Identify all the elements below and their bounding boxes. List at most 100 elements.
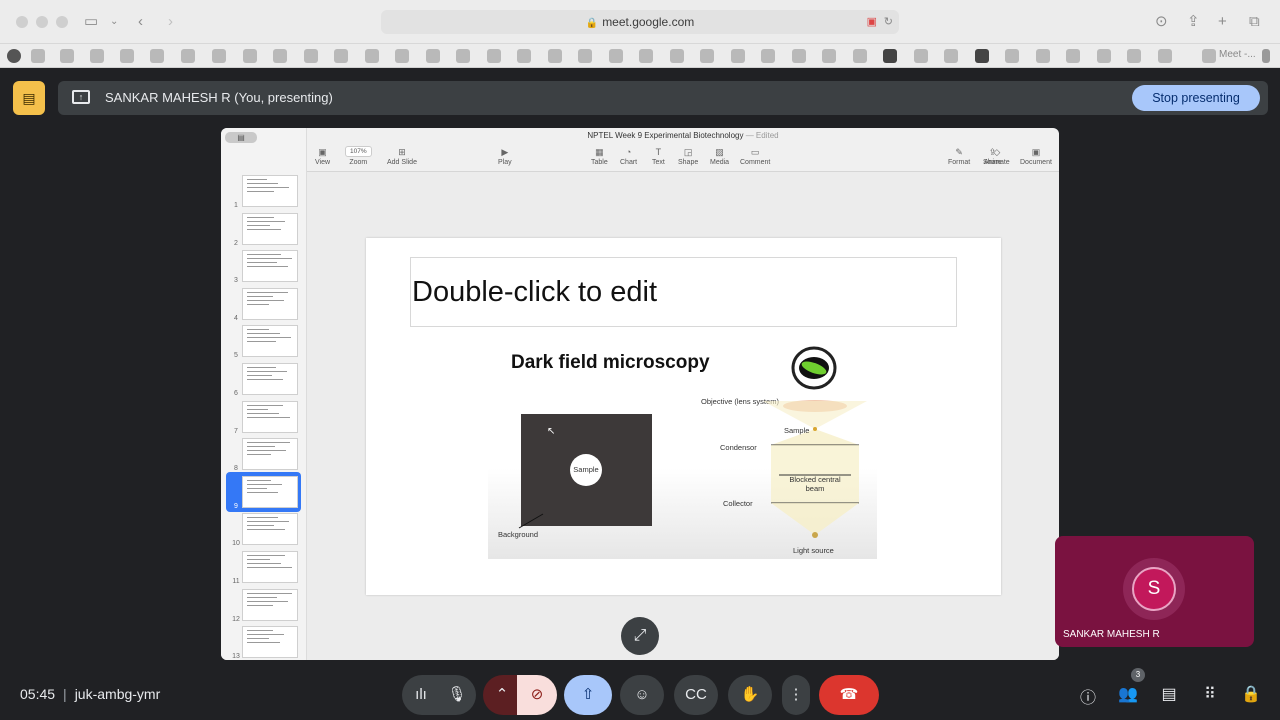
slide-thumbnail[interactable]: 5: [221, 325, 307, 359]
slide-thumbnail[interactable]: 13: [221, 626, 307, 660]
format-button[interactable]: ✎ Format: [948, 146, 970, 166]
bookmark-favicon[interactable]: [365, 49, 379, 63]
chevron-down-icon[interactable]: ⌄: [110, 12, 118, 32]
expand-icon[interactable]: ⤢: [621, 617, 659, 655]
slide-thumbnail[interactable]: 4: [221, 287, 307, 322]
bookmark-favicon[interactable]: [517, 49, 531, 63]
bookmark-favicon[interactable]: [456, 49, 470, 63]
camera-recording-icon[interactable]: ▣: [867, 10, 877, 34]
slide-thumbnail[interactable]: 8: [221, 438, 307, 472]
more-options-button[interactable]: ⋮: [782, 675, 810, 715]
bookmark-favicon[interactable]: [700, 49, 714, 63]
bookmark-favicon[interactable]: [1158, 49, 1172, 63]
bookmark-favicon[interactable]: [1066, 49, 1080, 63]
bookmarks-overflow-icon[interactable]: [1262, 49, 1270, 63]
bookmark-favicon[interactable]: [548, 49, 562, 63]
slide-thumbnail[interactable]: 3: [221, 250, 307, 284]
bookmark-label[interactable]: Meet -...: [1219, 49, 1256, 60]
bookmark-favicon[interactable]: [822, 49, 836, 63]
bookmark-favicon[interactable]: [90, 49, 104, 63]
slide-thumbnail[interactable]: 7: [221, 400, 307, 435]
bookmark-favicon[interactable]: [914, 49, 928, 63]
view-button[interactable]: ▣ View: [315, 146, 330, 166]
slide-thumbnail[interactable]: 1: [221, 175, 307, 209]
current-slide[interactable]: Double-click to edit Dark field microsco…: [366, 238, 1001, 595]
bookmark-favicon[interactable]: [60, 49, 74, 63]
present-button[interactable]: ⇧: [564, 675, 612, 715]
new-tab-icon[interactable]: +: [1218, 12, 1227, 32]
bookmark-favicon[interactable]: [761, 49, 775, 63]
stop-presenting-button[interactable]: Stop presenting: [1132, 85, 1260, 111]
chart-button[interactable]: ◔ Chart: [620, 146, 637, 166]
tab-overview-icon[interactable]: ⧉: [1249, 12, 1260, 32]
meeting-code[interactable]: juk-ambg-ymr: [75, 686, 161, 702]
slide-thumbnail[interactable]: 6: [221, 363, 307, 397]
bookmark-favicon[interactable]: [1005, 49, 1019, 63]
document-button[interactable]: ▣ Document: [1020, 146, 1052, 166]
bookmark-favicon[interactable]: [1202, 49, 1216, 63]
title-placeholder[interactable]: Double-click to edit: [410, 257, 957, 327]
table-button[interactable]: ▦ Table: [591, 146, 608, 166]
slide-canvas[interactable]: Double-click to edit Dark field microsco…: [307, 172, 1059, 660]
reload-icon[interactable]: ↻: [884, 10, 893, 34]
dark-field-image[interactable]: Dark field microscopy ↖ Sample Backgroun…: [488, 333, 877, 559]
navigator-toggle-icon[interactable]: ▤: [225, 132, 257, 143]
slide-thumbnail[interactable]: 9: [221, 471, 307, 512]
bookmark-favicon[interactable]: [1036, 49, 1050, 63]
forward-icon[interactable]: ›: [168, 12, 173, 32]
address-bar[interactable]: 🔒 meet.google.com ▣ ↻: [381, 10, 899, 34]
leave-call-button[interactable]: ☎: [819, 675, 879, 715]
shape-button[interactable]: ◲ Shape: [678, 146, 698, 166]
zoom-window-button[interactable]: [56, 16, 68, 28]
reactions-button[interactable]: ☺: [620, 675, 664, 715]
camera-options-button[interactable]: ⌃: [483, 675, 521, 715]
people-icon[interactable]: 👥: [1117, 684, 1139, 704]
activities-icon[interactable]: ⠿: [1199, 684, 1221, 704]
share-icon[interactable]: ⇪: [1187, 12, 1200, 32]
text-button[interactable]: T Text: [652, 146, 665, 166]
bookmark-favicon[interactable]: [150, 49, 164, 63]
bookmark-favicon[interactable]: [426, 49, 440, 63]
play-button[interactable]: ▶ Play: [498, 146, 512, 166]
slide-thumbnail[interactable]: 12: [221, 588, 307, 623]
bookmark-favicon[interactable]: [334, 49, 348, 63]
bookmark-favicon[interactable]: [212, 49, 226, 63]
host-controls-icon[interactable]: 🔒: [1240, 684, 1262, 704]
chat-icon[interactable]: ▤: [1158, 684, 1180, 704]
bookmark-favicon[interactable]: [1127, 49, 1141, 63]
downloads-icon[interactable]: ⊙: [1155, 12, 1168, 32]
bookmark-favicon[interactable]: [181, 49, 195, 63]
bookmark-favicon[interactable]: [853, 49, 867, 63]
bookmark-favicon[interactable]: [304, 49, 318, 63]
animate-button[interactable]: ◇ Animate: [984, 146, 1010, 166]
bookmark-favicon[interactable]: [609, 49, 623, 63]
meeting-details-icon[interactable]: ⓘ: [1077, 684, 1099, 708]
bookmark-favicon[interactable]: [975, 49, 989, 63]
bookmark-favicon[interactable]: [883, 49, 897, 63]
slide-thumbnail[interactable]: 11: [221, 551, 307, 585]
participant-tile[interactable]: S SANKAR MAHESH R: [1055, 536, 1254, 647]
zoom-select[interactable]: 107%: [345, 146, 372, 157]
microphone-button[interactable]: 🎙: [438, 675, 476, 715]
minimize-window-button[interactable]: [36, 16, 48, 28]
sidebar-icon[interactable]: ▭: [84, 12, 98, 32]
close-window-button[interactable]: [16, 16, 28, 28]
camera-button[interactable]: ⊘: [517, 675, 557, 715]
captions-button[interactable]: CC: [674, 675, 718, 715]
bookmark-favicon[interactable]: [243, 49, 257, 63]
zoom-control[interactable]: 107% Zoom: [345, 146, 372, 166]
bookmark-favicon[interactable]: [792, 49, 806, 63]
slide-thumbnail[interactable]: 2: [221, 212, 307, 247]
back-icon[interactable]: ‹: [138, 12, 143, 32]
presentation-settings-button[interactable]: ▤: [13, 81, 45, 115]
bookmark-favicon[interactable]: [1097, 49, 1111, 63]
bookmark-favicon[interactable]: [395, 49, 409, 63]
bookmark-favicon[interactable]: [273, 49, 287, 63]
bookmark-favicon[interactable]: [639, 49, 653, 63]
raise-hand-button[interactable]: ✋: [728, 675, 772, 715]
media-button[interactable]: ▨ Media: [710, 146, 729, 166]
bookmark-favicon[interactable]: [578, 49, 592, 63]
bookmark-favicon[interactable]: [670, 49, 684, 63]
bookmark-favicon[interactable]: [944, 49, 958, 63]
bookmark-favicon[interactable]: [487, 49, 501, 63]
